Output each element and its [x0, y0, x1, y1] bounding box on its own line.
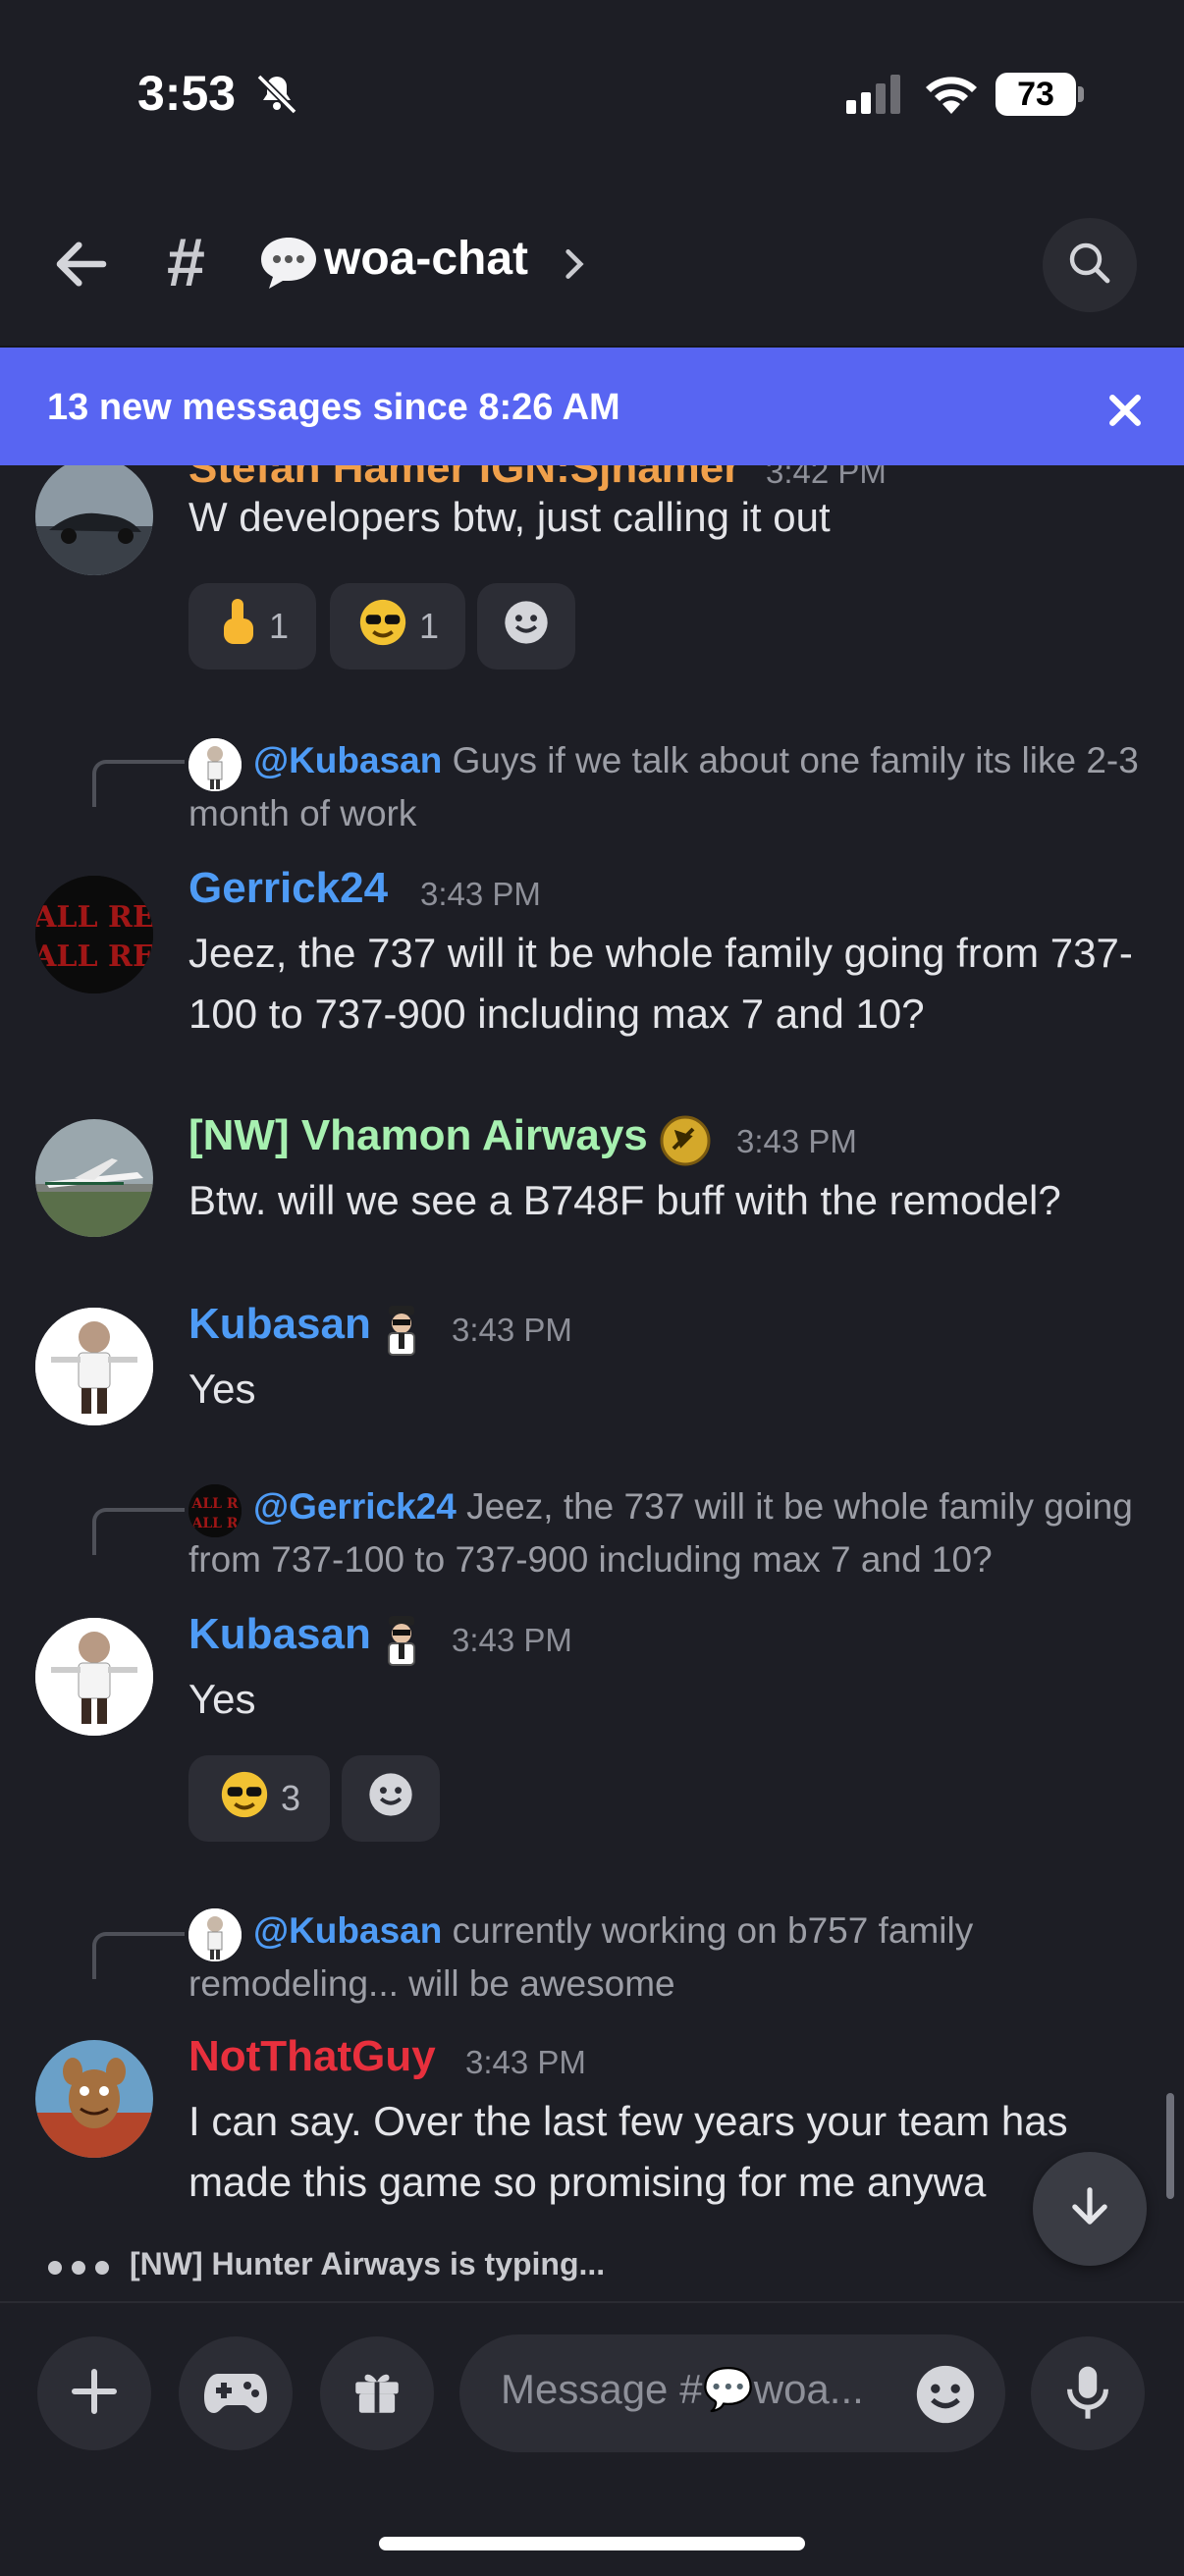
reply-preview: @Kubasan currently working on b757 famil… [188, 1905, 1160, 2011]
message-text: I can say. Over the last few years your … [188, 2098, 1068, 2205]
channel-title[interactable]: woa-chat [324, 232, 528, 286]
attach-button[interactable] [37, 2336, 151, 2450]
message-text: Yes [188, 1366, 256, 1412]
reply-connector [92, 1932, 185, 1979]
message-input-placeholder: Message #💬woa... [501, 2366, 864, 2412]
battery-nub [1078, 86, 1084, 102]
message-text: Jeez, the 737 will it be whole family go… [188, 930, 1133, 1037]
status-time: 3:53 [137, 66, 237, 121]
message-author[interactable]: NotThatGuy [188, 2032, 436, 2081]
message-author[interactable]: Gerrick24 [188, 864, 388, 913]
message-author[interactable]: Kubasan [188, 1300, 371, 1349]
message-timestamp: 3:43 PM [465, 2044, 586, 2080]
add-reaction-icon [501, 597, 552, 657]
battery-indicator: 73 [996, 73, 1076, 116]
gamepad-icon [202, 2366, 269, 2422]
reply-connector [92, 760, 185, 807]
cool-face-icon [218, 1768, 271, 1830]
search-icon [1066, 240, 1113, 292]
message-text: Btw. will we see a B748F buff with the r… [188, 1177, 1061, 1223]
home-indicator[interactable] [379, 2537, 805, 2550]
reaction-count: 1 [418, 606, 440, 646]
back-arrow-icon[interactable] [49, 232, 114, 301]
svg-text:ALL RE: ALL RE [35, 939, 153, 974]
arrow-down-icon [1064, 2181, 1115, 2237]
message-author[interactable]: Kubasan [188, 1610, 371, 1659]
reaction-pointing-up[interactable]: 1 [188, 583, 316, 670]
message-timestamp: 3:43 PM [452, 1622, 572, 1658]
microphone-icon [1060, 2362, 1115, 2426]
wifi-icon [923, 71, 980, 119]
scrollbar[interactable] [1166, 2093, 1174, 2199]
airplane-badge-icon [658, 1113, 713, 1173]
plus-icon [65, 2362, 124, 2426]
reply-mention[interactable]: @Gerrick24 [253, 1486, 457, 1527]
avatar[interactable] [35, 2040, 153, 2158]
gift-icon [349, 2363, 405, 2425]
chevron-right-icon[interactable] [562, 245, 587, 288]
message-text: Yes [188, 1676, 256, 1722]
message-author-label: [NW] Vhamon Airways [188, 1111, 648, 1159]
emoji-picker-icon[interactable] [911, 2360, 980, 2434]
bell-muted-icon [253, 71, 300, 123]
reaction-count: 1 [268, 606, 290, 646]
activities-button[interactable] [179, 2336, 293, 2450]
svg-text:ALL RE: ALL RE [35, 900, 153, 935]
status-bar: 3:53 73 [0, 0, 1184, 196]
message-text: W developers btw, just calling it out [188, 494, 831, 540]
message-timestamp: 3:43 PM [736, 1123, 857, 1159]
message-list[interactable]: Stefan Hamer IGN:Sjhamer 3:42 PM W devel… [0, 465, 1184, 2242]
jump-to-present-button[interactable] [1033, 2152, 1147, 2266]
message-author[interactable]: [NW] Vhamon Airways [188, 1111, 648, 1160]
pilot-badge-icon [375, 1612, 428, 1672]
pilot-badge-icon [375, 1302, 428, 1362]
avatar[interactable] [35, 1119, 153, 1237]
avatar[interactable]: ALL RE ALL RE [35, 876, 153, 993]
avatar[interactable] [35, 1618, 153, 1736]
avatar[interactable] [35, 1308, 153, 1425]
message-timestamp: 3:43 PM [420, 876, 541, 912]
add-reaction-button[interactable] [477, 583, 575, 670]
gift-button[interactable] [320, 2336, 434, 2450]
avatar[interactable] [35, 465, 153, 575]
message-timestamp: 3:43 PM [452, 1312, 572, 1348]
typing-dots-icon [47, 2258, 112, 2282]
reply-preview: @Gerrick24 Jeez, the 737 will it be whol… [188, 1480, 1160, 1586]
reaction-count: 3 [280, 1778, 301, 1818]
search-button[interactable] [1043, 218, 1137, 312]
new-messages-text: 13 new messages since 8:26 AM [47, 387, 620, 428]
add-reaction-icon [365, 1769, 416, 1829]
typing-text: [NW] Hunter Airways is typing... [130, 2246, 606, 2281]
cool-face-icon [356, 596, 409, 658]
close-icon[interactable] [1103, 389, 1147, 437]
speech-bubble-icon [257, 234, 320, 297]
cellular-signal-icon [846, 75, 905, 119]
pointing-up-icon [216, 597, 259, 657]
voice-message-button[interactable] [1031, 2336, 1145, 2450]
reply-preview: @Kubasan Guys if we talk about one famil… [188, 734, 1160, 840]
add-reaction-button[interactable] [342, 1755, 440, 1842]
reply-connector [92, 1508, 185, 1555]
reply-mention[interactable]: @Kubasan [253, 740, 442, 780]
reaction-cool-face[interactable]: 1 [330, 583, 465, 670]
channel-hash-icon: # [167, 224, 205, 300]
reaction-cool-face[interactable]: 3 [188, 1755, 330, 1842]
reply-mention[interactable]: @Kubasan [253, 1910, 442, 1951]
